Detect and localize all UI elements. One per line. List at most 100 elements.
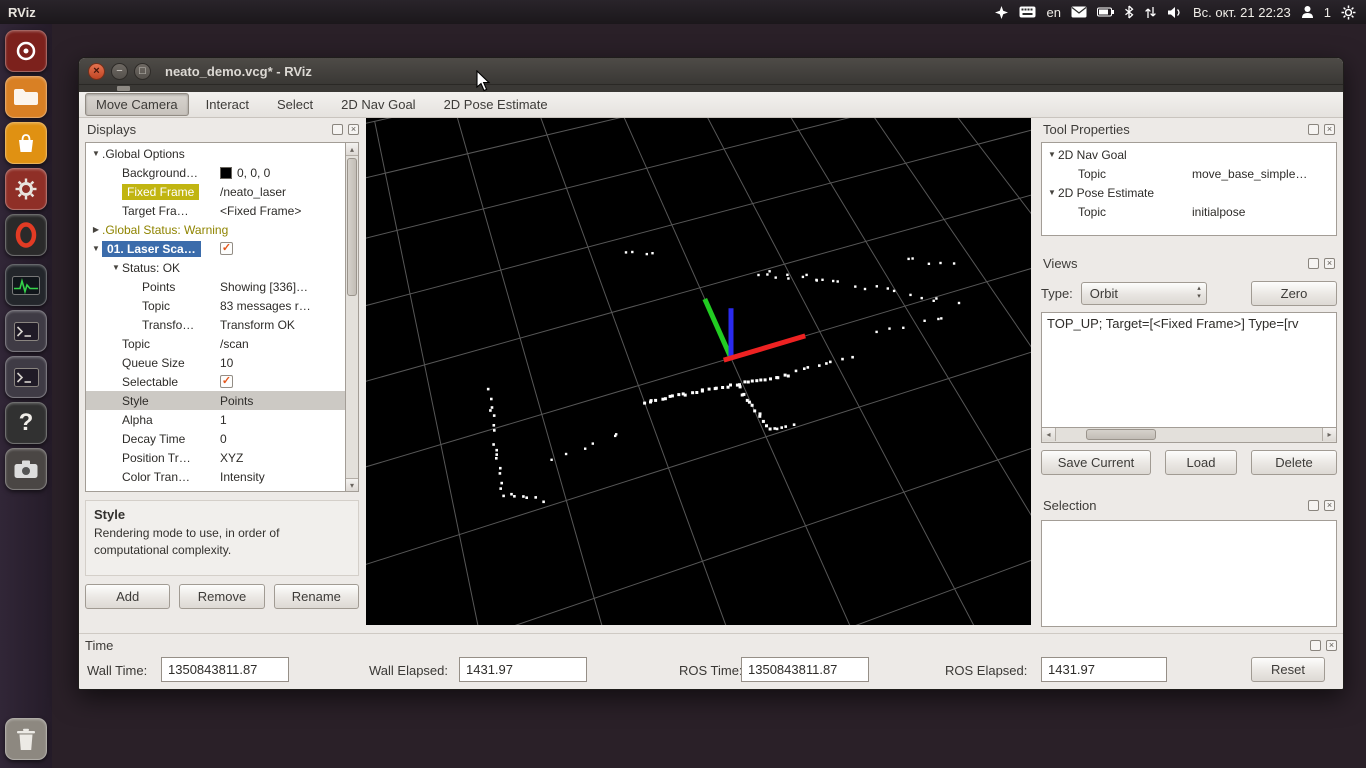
tool-property-row[interactable]: ▼2D Pose Estimate [1042, 183, 1336, 202]
display-property-row[interactable]: Transfo…Transform OK [86, 315, 345, 334]
float-panel-icon[interactable] [1308, 258, 1319, 269]
property-value[interactable]: Showing [336]… [220, 280, 308, 294]
sync-arrows-icon[interactable] [1144, 6, 1157, 19]
toolbar-button-interact[interactable]: Interact [195, 93, 260, 116]
launcher-terminal-1-icon[interactable] [5, 310, 47, 352]
ros-time-input[interactable] [741, 657, 869, 682]
zero-button[interactable]: Zero [1251, 281, 1337, 306]
tool-property-row[interactable]: Topicinitialpose [1042, 202, 1336, 221]
enabled-checkbox[interactable]: ✓ [220, 375, 233, 388]
scroll-up-icon[interactable]: ▴ [346, 143, 358, 156]
toolbar-button-move-camera[interactable]: Move Camera [85, 93, 189, 116]
view-type-combo[interactable]: Orbit ▴▾ [1081, 282, 1207, 305]
property-value[interactable]: XYZ [220, 451, 243, 465]
views-list-item[interactable]: TOP_UP; Target=[<Fixed Frame>] Type=[rv [1047, 316, 1298, 331]
display-property-row[interactable]: Queue Size10 [86, 353, 345, 372]
display-property-row[interactable]: ▼Status: OK [86, 258, 345, 277]
display-property-row[interactable]: PointsShowing [336]… [86, 277, 345, 296]
network-icon[interactable] [994, 5, 1009, 20]
launcher-terminal-2-icon[interactable] [5, 356, 47, 398]
mail-icon[interactable] [1071, 6, 1087, 18]
display-property-row[interactable]: Alpha1 [86, 410, 345, 429]
scroll-down-icon[interactable]: ▾ [346, 478, 358, 491]
maximize-button[interactable]: □ [134, 63, 151, 80]
expand-arrow-icon[interactable]: ▼ [90, 244, 102, 253]
display-property-row[interactable]: Topic83 messages r… [86, 296, 345, 315]
launcher-software-center-icon[interactable] [5, 122, 47, 164]
battery-icon[interactable] [1097, 7, 1114, 17]
expand-arrow-icon[interactable]: ▶ [90, 225, 102, 234]
property-value[interactable]: Transform OK [220, 318, 295, 332]
topbar-app-name[interactable]: RViz [8, 5, 36, 20]
close-button[interactable]: × [88, 63, 105, 80]
close-panel-icon[interactable]: × [1324, 500, 1335, 511]
selection-box[interactable] [1041, 520, 1337, 627]
ros-elapsed-input[interactable] [1041, 657, 1167, 682]
toolbar-button-2d-nav-goal[interactable]: 2D Nav Goal [330, 93, 426, 116]
float-panel-icon[interactable] [332, 124, 343, 135]
user-icon[interactable] [1301, 5, 1314, 19]
minimize-button[interactable]: − [111, 63, 128, 80]
property-value[interactable]: initialpose [1192, 205, 1245, 219]
toolbar-button-select[interactable]: Select [266, 93, 324, 116]
display-property-row[interactable]: ▼01. Laser Sca…✓ [86, 239, 345, 258]
titlebar[interactable]: × − □ neato_demo.vcg* - RViz [79, 58, 1343, 85]
launcher-files-icon[interactable] [5, 76, 47, 118]
display-property-row[interactable]: Position Tr…XYZ [86, 448, 345, 467]
3d-viewport[interactable] [366, 118, 1031, 625]
launcher-opera-icon[interactable] [5, 214, 47, 256]
display-property-row[interactable]: Color Tran…Intensity [86, 467, 345, 486]
views-header[interactable]: Views × [1037, 252, 1341, 274]
close-panel-icon[interactable]: × [348, 124, 359, 135]
selection-header[interactable]: Selection × [1037, 494, 1341, 516]
display-property-row[interactable]: Topic/scan [86, 334, 345, 353]
close-panel-icon[interactable]: × [1326, 640, 1337, 651]
launcher-dash-home-icon[interactable] [5, 30, 47, 72]
float-panel-icon[interactable] [1308, 124, 1319, 135]
time-panel-header[interactable]: Time × [79, 634, 1343, 656]
float-panel-icon[interactable] [1310, 640, 1321, 651]
rename-button[interactable]: Rename [274, 584, 359, 609]
power-gear-icon[interactable] [1341, 5, 1356, 20]
wall-elapsed-input[interactable] [459, 657, 587, 682]
keyboard-layout-label[interactable]: en [1046, 5, 1060, 20]
property-value[interactable]: <Fixed Frame> [220, 204, 301, 218]
toolbar-button-2d-pose-estimate[interactable]: 2D Pose Estimate [433, 93, 559, 116]
remove-button[interactable]: Remove [179, 584, 264, 609]
expand-arrow-icon[interactable]: ▼ [1046, 188, 1058, 197]
keyboard-icon[interactable] [1019, 6, 1036, 18]
display-property-row[interactable]: StylePoints [86, 391, 345, 410]
scrollbar-thumb[interactable] [347, 158, 357, 296]
close-panel-icon[interactable]: × [1324, 258, 1335, 269]
tool-property-row[interactable]: ▼2D Nav Goal [1042, 145, 1336, 164]
display-property-row[interactable]: ▼.Global Options [86, 144, 345, 163]
color-swatch[interactable] [220, 167, 232, 179]
display-property-row[interactable]: Decay Time0 [86, 429, 345, 448]
launcher-system-monitor-icon[interactable] [5, 264, 47, 306]
clock[interactable]: Вс. окт. 21 22:23 [1193, 5, 1291, 20]
scrollbar-thumb[interactable] [1086, 429, 1156, 440]
tool-property-row[interactable]: Topicmove_base_simple… [1042, 164, 1336, 183]
display-property-row[interactable]: Fixed Frame/neato_laser [86, 182, 345, 201]
launcher-screenshot-tool-icon[interactable] [5, 448, 47, 490]
launcher-system-settings-icon[interactable] [5, 168, 47, 210]
property-value[interactable]: Intensity [220, 470, 265, 484]
app-menu-icon[interactable] [117, 86, 130, 91]
property-value[interactable]: 0, 0, 0 [237, 166, 270, 180]
enabled-checkbox[interactable]: ✓ [220, 242, 233, 255]
property-value[interactable]: 0 [220, 432, 227, 446]
scroll-left-icon[interactable]: ◂ [1042, 428, 1056, 441]
display-property-row[interactable]: Selectable✓ [86, 372, 345, 391]
display-property-row[interactable]: Background…0, 0, 0 [86, 163, 345, 182]
close-panel-icon[interactable]: × [1324, 124, 1335, 135]
delete-button[interactable]: Delete [1251, 450, 1337, 475]
reset-button[interactable]: Reset [1251, 657, 1325, 682]
property-value[interactable]: 10 [220, 356, 233, 370]
launcher-trash-icon[interactable] [5, 718, 47, 760]
expand-arrow-icon[interactable]: ▼ [1046, 150, 1058, 159]
expand-arrow-icon[interactable]: ▼ [90, 149, 102, 158]
expand-arrow-icon[interactable]: ▼ [110, 263, 122, 272]
property-value[interactable]: 83 messages r… [220, 299, 311, 313]
wall-time-input[interactable] [161, 657, 289, 682]
horizontal-scrollbar[interactable]: ◂ ▸ [1041, 428, 1337, 443]
